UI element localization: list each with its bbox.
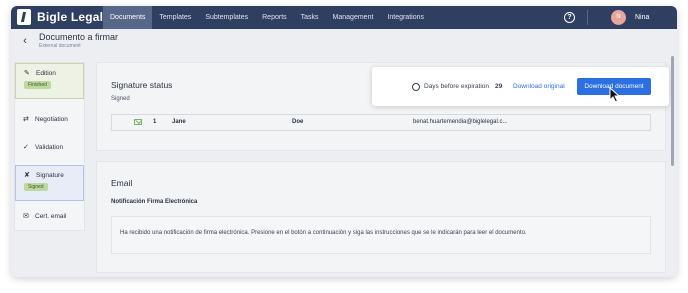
sidebar-item-edition[interactable]: ✎ Edition Finished [15,63,84,99]
expiration-label: Days before expiration [424,83,490,90]
nav-item-documents[interactable]: Documents [103,6,153,29]
help-icon[interactable]: ? [564,12,575,23]
expiration-days: 29 [495,83,503,90]
sidebar-item-label: Signature [36,171,64,179]
scrollbar[interactable] [671,54,675,274]
expiration-info: Days before expiration 29 [412,78,502,95]
nav-item-templates[interactable]: Templates [152,6,198,29]
brand-logo[interactable]: Bigle Legal [17,9,103,25]
signer-row: 1 Jane Doe benat.huartemendia@biglelegal… [111,114,651,131]
nav-divider [587,10,588,25]
user-name[interactable]: Nina [635,6,649,29]
check-circle-icon: ✓ [23,144,29,151]
notification-body-box: Ha recibido una notificación de firma el… [111,216,651,254]
signer-first-name: Jane [172,119,186,125]
app-window: Bigle Legal Documents Templates Subtempl… [11,6,677,277]
page-header: ‹ Documento a firmar External document [11,29,677,53]
scrollbar-thumb[interactable] [671,56,674,166]
avatar[interactable]: N [611,10,626,25]
page-subtitle: External document [39,43,81,49]
sidebar-item-label: Edition [36,69,56,77]
notification-title: Notificación Firma Electrónica [111,199,198,205]
nav-item-subtemplates[interactable]: Subtemplates [198,6,255,29]
sidebar-item-negotiation[interactable]: ⇄ Negotiation [15,110,84,130]
signer-last-name: Doe [292,119,304,125]
signature-icon: ✘ [24,172,30,179]
mouse-cursor-icon [609,87,621,103]
signer-index: 1 [153,119,157,125]
workflow-sidebar: ✎ Edition Finished ⇄ Negotiation ✓ Validati… [14,62,85,231]
negotiation-icon: ⇄ [23,116,29,123]
nav-item-management[interactable]: Management [326,6,381,29]
sidebar-item-signature[interactable]: ✘ Signature Signed [15,165,84,201]
sidebar-item-validation[interactable]: ✓ Validation [15,138,84,158]
status-badge: Signed [24,183,48,191]
email-title: Email [111,178,133,188]
page-title: Documento a firmar [39,32,119,42]
sidebar-item-label: Negotiation [35,115,68,123]
clock-icon [412,82,420,91]
signature-actions-panel: Days before expiration 29 Download origi… [372,67,669,106]
status-badge: Finished [24,81,51,89]
nav-item-reports[interactable]: Reports [255,6,294,29]
edit-icon: ✎ [24,70,30,77]
chevron-left-icon[interactable]: ‹ [19,33,31,49]
mail-sent-icon [134,119,142,125]
logo-icon [17,9,31,25]
mail-icon: ✉ [23,213,29,220]
signature-status-value: Signed [111,96,130,102]
top-navigation-bar: Bigle Legal Documents Templates Subtempl… [11,6,677,29]
nav-item-tasks[interactable]: Tasks [294,6,326,29]
email-card: Email Notificación Firma Electrónica Ha … [96,161,666,273]
notification-body: Ha recibido una notificación de firma el… [120,230,527,236]
brand-name: Bigle Legal [37,10,104,24]
sidebar-item-label: Validation [35,143,64,151]
main-nav: Documents Templates Subtemplates Reports… [103,6,431,29]
sidebar-item-cert-email[interactable]: ✉ Cert. email [15,207,84,227]
sidebar-item-label: Cert. email [35,212,67,220]
signature-status-title: Signature status [111,80,173,90]
nav-item-integrations[interactable]: Integrations [380,6,431,29]
download-original-button[interactable]: Download original [508,78,570,95]
signer-email: benat.huartemendia@biglelegal.c... [413,119,508,125]
